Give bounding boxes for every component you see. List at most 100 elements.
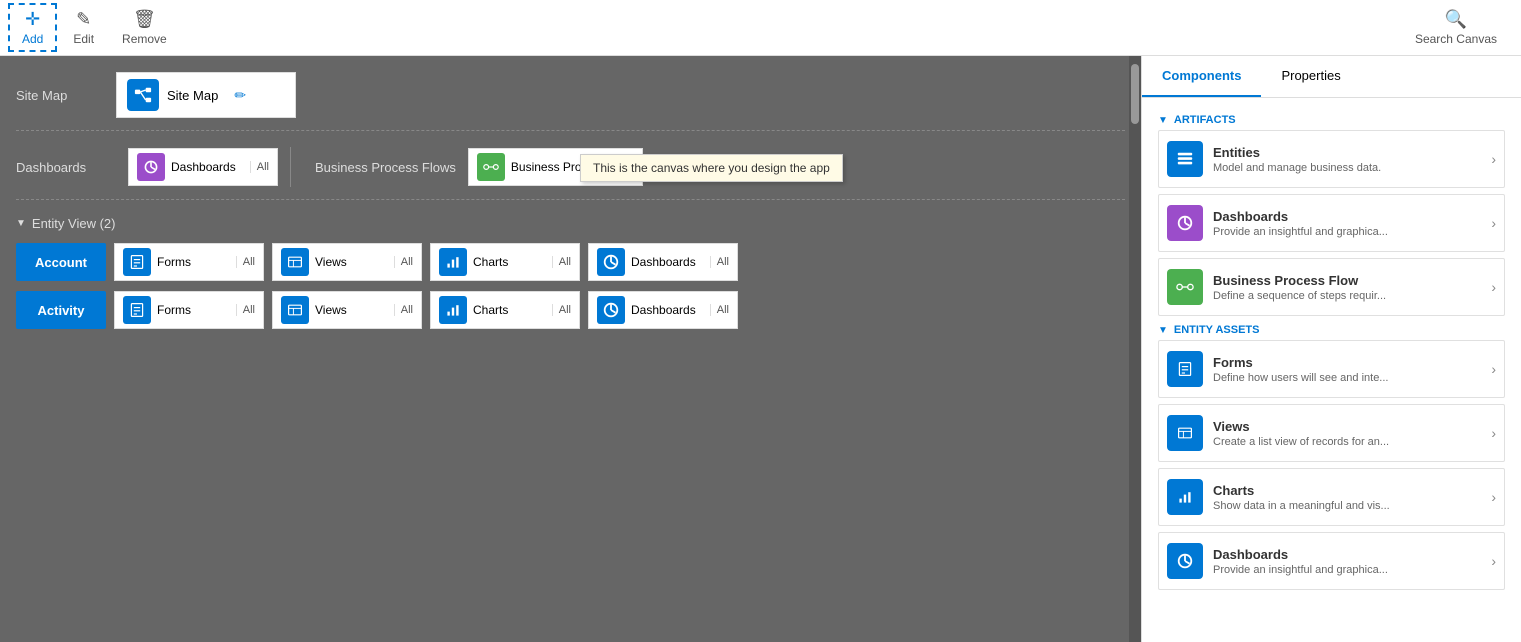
entity-assets-section-header[interactable]: ▼ ENTITY ASSETS [1158, 324, 1505, 336]
asset-card-dashboards[interactable]: Dashboards All [588, 243, 738, 281]
artifacts-section-header[interactable]: ▼ ARTIFACTS [1158, 114, 1505, 126]
edit-pencil-icon[interactable]: ✏ [234, 87, 246, 104]
ea-desc: Provide an insightful and graphica... [1213, 564, 1491, 576]
comp-chevron-icon: › [1491, 151, 1496, 167]
dashboards-card[interactable]: Dashboards All [128, 148, 278, 186]
ea-chevron-icon: › [1491, 361, 1496, 377]
edit-icon: ✎ [76, 9, 91, 30]
asset-all-btn[interactable]: All [394, 304, 413, 316]
site-map-row: Site Map Site Map ✏ [16, 72, 1125, 131]
ea-info: FormsDefine how users will see and inte.… [1213, 355, 1491, 384]
remove-label: Remove [122, 32, 167, 46]
entity-view-chevron: ▼ [16, 218, 26, 229]
asset-all-btn[interactable]: All [394, 256, 413, 268]
entity-btn-account[interactable]: Account [16, 243, 106, 281]
ea-desc: Show data in a meaningful and vis... [1213, 500, 1491, 512]
ea-name: Dashboards [1213, 547, 1491, 562]
edit-button[interactable]: ✎ Edit [61, 5, 106, 50]
comp-chevron-icon: › [1491, 215, 1496, 231]
asset-name: Dashboards [631, 303, 700, 317]
dashboards-icon [137, 153, 165, 181]
forms-icon [123, 248, 151, 276]
main-layout: This is the canvas where you design the … [0, 56, 1521, 642]
artifacts-container: EntitiesModel and manage business data.›… [1158, 130, 1505, 316]
entity-assets-chevron: ▼ [1158, 325, 1168, 336]
search-canvas-label: Search Canvas [1415, 32, 1497, 46]
add-button[interactable]: ✛ Add [8, 3, 57, 52]
asset-all-btn[interactable]: All [236, 304, 255, 316]
comp-info: DashboardsProvide an insightful and grap… [1213, 209, 1491, 238]
canvas-area: This is the canvas where you design the … [0, 56, 1141, 642]
ea-item-forms[interactable]: FormsDefine how users will see and inte.… [1158, 340, 1505, 398]
remove-button[interactable]: 🗑 Remove [110, 5, 179, 50]
ea-item-charts[interactable]: Charts Show data in a meaningful and vis.… [1158, 468, 1505, 526]
entity-row: AccountFormsAllViewsAllChartsAllDashboar… [16, 243, 1125, 281]
entity-assets-container: FormsDefine how users will see and inte.… [1158, 340, 1505, 590]
ea-chevron-icon: › [1491, 553, 1496, 569]
asset-name: Views [315, 303, 384, 317]
entity-rows-container: AccountFormsAllViewsAllChartsAllDashboar… [16, 243, 1125, 329]
asset-card-charts[interactable]: ChartsAll [430, 243, 580, 281]
entity-row: ActivityFormsAllViewsAllChartsAllDashboa… [16, 291, 1125, 329]
component-item-entities[interactable]: EntitiesModel and manage business data.› [1158, 130, 1505, 188]
site-map-card[interactable]: Site Map ✏ [116, 72, 296, 118]
asset-all-btn[interactable]: All [236, 256, 255, 268]
asset-name: Charts [473, 303, 542, 317]
ea-info: ViewsCreate a list view of records for a… [1213, 419, 1491, 448]
edit-label: Edit [73, 32, 94, 46]
asset-all-btn[interactable]: All [710, 304, 729, 316]
charts-icon [439, 296, 467, 324]
asset-card-dashboards[interactable]: Dashboards All [588, 291, 738, 329]
asset-card-charts[interactable]: Charts All [430, 291, 580, 329]
comp-name: Dashboards [1213, 209, 1491, 224]
dashboards-comp-icon [1167, 205, 1203, 241]
dashboards-icon [597, 248, 625, 276]
tab-components[interactable]: Components [1142, 56, 1261, 97]
entity-view-header[interactable]: ▼ Entity View (2) [16, 216, 1125, 231]
ea-name: Charts [1213, 483, 1491, 498]
asset-all-btn[interactable]: All [552, 304, 571, 316]
entity-assets-label: ENTITY ASSETS [1174, 324, 1260, 336]
charts-icon [439, 248, 467, 276]
ea-item-dashboards[interactable]: Dashboards Provide an insightful and grap… [1158, 532, 1505, 590]
ea-item-views[interactable]: ViewsCreate a list view of records for a… [1158, 404, 1505, 462]
asset-card-forms[interactable]: FormsAll [114, 291, 264, 329]
asset-all-btn[interactable]: All [710, 256, 729, 268]
asset-name: Dashboards [631, 255, 700, 269]
forms-ea-icon [1167, 351, 1203, 387]
asset-all-btn[interactable]: All [552, 256, 571, 268]
comp-name: Entities [1213, 145, 1491, 160]
panel-tabs: Components Properties [1142, 56, 1521, 98]
artifacts-label: ARTIFACTS [1174, 114, 1236, 126]
ea-info: Dashboards Provide an insightful and grap… [1213, 547, 1491, 576]
asset-name: Forms [157, 255, 226, 269]
panel-section: ▼ ARTIFACTS EntitiesModel and manage bus… [1142, 98, 1521, 604]
asset-card-views[interactable]: Views All [272, 291, 422, 329]
artifacts-chevron: ▼ [1158, 115, 1168, 126]
comp-desc: Define a sequence of steps requir... [1213, 290, 1491, 302]
asset-card-views[interactable]: ViewsAll [272, 243, 422, 281]
asset-card-forms[interactable]: Forms All [114, 243, 264, 281]
toolbar: ✛ Add ✎ Edit 🗑 Remove 🔍 Search Canvas [0, 0, 1521, 56]
dashboards-all-btn[interactable]: All [250, 161, 269, 173]
ea-chevron-icon: › [1491, 489, 1496, 505]
right-panel: Components Properties ▼ ARTIFACTS Entiti… [1141, 56, 1521, 642]
tab-properties[interactable]: Properties [1261, 56, 1360, 97]
dashboards-icon [597, 296, 625, 324]
comp-name: Business Process Flow [1213, 273, 1491, 288]
forms-icon [123, 296, 151, 324]
ea-name: Views [1213, 419, 1491, 434]
ea-info: Charts Show data in a meaningful and vis.… [1213, 483, 1491, 512]
site-map-icon [127, 79, 159, 111]
ea-chevron-icon: › [1491, 425, 1496, 441]
canvas-scrollbar[interactable] [1129, 56, 1141, 642]
ea-desc: Define how users will see and inte... [1213, 372, 1491, 384]
comp-info: EntitiesModel and manage business data. [1213, 145, 1491, 174]
comp-info: Business Process Flow Define a sequence o… [1213, 273, 1491, 302]
entity-btn-activity[interactable]: Activity [16, 291, 106, 329]
component-item-dashboards[interactable]: DashboardsProvide an insightful and grap… [1158, 194, 1505, 252]
search-canvas-button[interactable]: 🔍 Search Canvas [1399, 5, 1513, 50]
component-item-business-process-flow[interactable]: Business Process Flow Define a sequence o… [1158, 258, 1505, 316]
dashboards-card-name: Dashboards [171, 160, 240, 174]
entity-view-section: ▼ Entity View (2) Account Forms All Views Al… [16, 216, 1125, 329]
